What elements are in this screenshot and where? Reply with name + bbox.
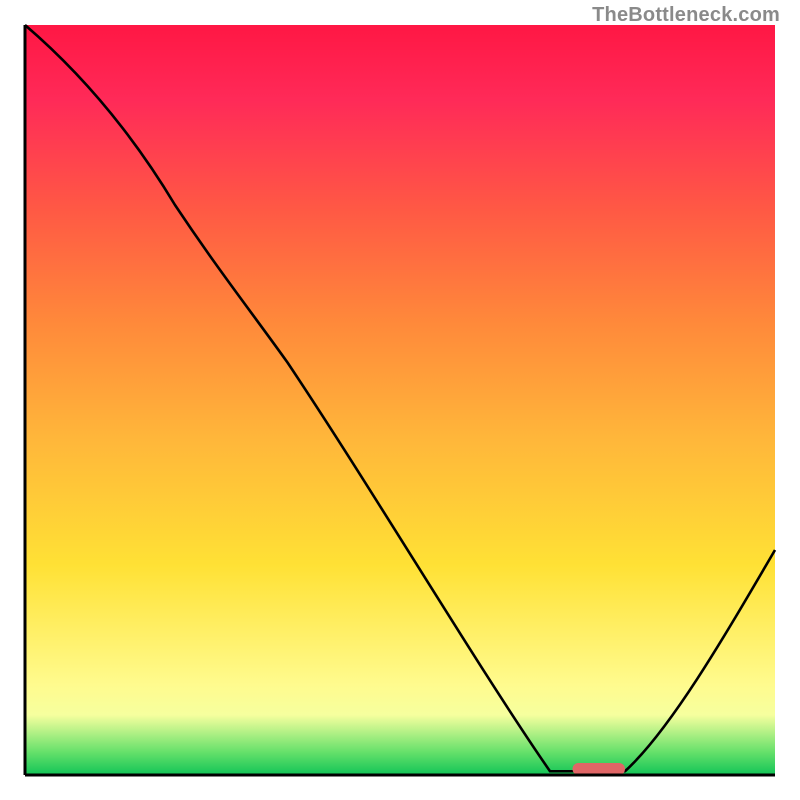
- optimal-marker: [573, 763, 626, 775]
- watermark-text: TheBottleneck.com: [592, 4, 780, 27]
- chart-overlay: [0, 0, 800, 800]
- bottleneck-curve: [25, 25, 775, 771]
- bottleneck-chart: TheBottleneck.com: [0, 0, 800, 800]
- plot-group: [25, 25, 775, 775]
